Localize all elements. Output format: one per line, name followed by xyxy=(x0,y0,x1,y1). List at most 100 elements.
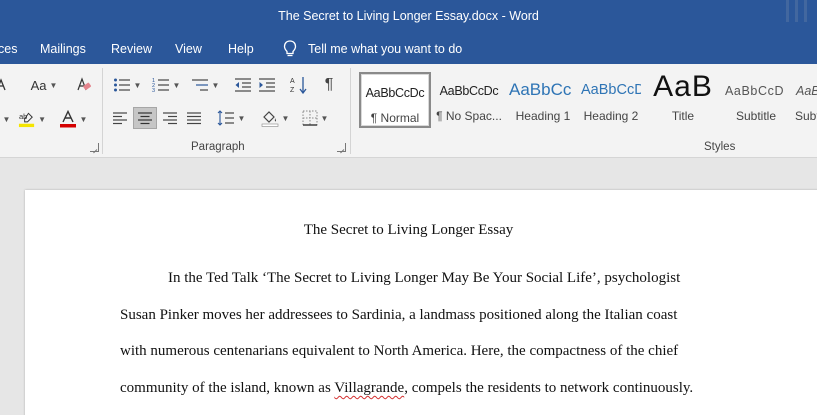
paragraph-dialog-launcher[interactable] xyxy=(337,143,346,152)
align-left-icon xyxy=(113,112,127,125)
tab-review[interactable]: Review xyxy=(111,42,152,56)
style-name: Heading 1 xyxy=(515,109,571,123)
increase-indent-icon xyxy=(259,78,275,92)
justify-icon xyxy=(187,112,201,125)
misspelled-word[interactable]: Villagrande xyxy=(334,380,404,396)
window-title: The Secret to Living Longer Essay.docx -… xyxy=(278,9,539,23)
style-heading-1[interactable]: AaBbCc Heading 1 xyxy=(507,72,579,128)
title-bar-decoration xyxy=(786,0,789,22)
group-separator xyxy=(350,68,351,154)
style-name: ¶ No Spac... xyxy=(436,109,502,123)
bullet-list-icon xyxy=(113,78,130,92)
clear-formatting-button[interactable] xyxy=(74,74,94,96)
body-text-line: Susan Pinker moves her addressees to Sar… xyxy=(120,307,678,323)
style-sample: AaBbCcDc xyxy=(365,86,425,100)
chevron-down-icon: ▼ xyxy=(2,114,11,124)
chevron-down-icon: ▼ xyxy=(133,80,142,90)
style-sample: AaBbCcD xyxy=(581,82,641,98)
title-bar-decoration xyxy=(804,0,807,22)
font-color-button[interactable]: ▼ xyxy=(58,108,88,130)
text-segment: , compels the residents to network conti… xyxy=(404,380,694,396)
sort-az-icon: A Z xyxy=(290,77,307,94)
style-name: Heading 2 xyxy=(583,109,639,123)
tab-mailings[interactable]: Mailings xyxy=(40,42,86,56)
align-center-icon xyxy=(138,112,152,125)
multilevel-list-button[interactable]: ▼ xyxy=(188,74,222,96)
essay-title: The Secret to Living Longer Essay xyxy=(303,222,514,238)
style-name: Subt xyxy=(795,109,817,123)
align-right-icon xyxy=(163,112,177,125)
font-size-decrease-button[interactable] xyxy=(0,74,10,96)
decrease-indent-icon xyxy=(235,78,251,92)
chevron-down-icon: ▼ xyxy=(79,114,88,124)
ribbon: Aa ▼ ▼ ab ▼ ▼ ▼ 1 2 3 ▼ ▼ A Z ¶ ▼ ▼ ▼ Pa… xyxy=(0,64,817,158)
tell-me-search[interactable]: Tell me what you want to do xyxy=(308,42,462,56)
show-formatting-marks-button[interactable]: ¶ xyxy=(318,74,340,96)
body-text-line: In the Ted Talk ‘The Secret to Living Lo… xyxy=(168,270,681,286)
style-title[interactable]: AaB Title xyxy=(645,72,721,128)
style-sample: AaB xyxy=(796,84,817,98)
align-center-button[interactable] xyxy=(133,107,157,129)
styles-group-label: Styles xyxy=(704,141,736,153)
style-subtitle[interactable]: AaBbCcD Subtitle xyxy=(721,72,791,128)
tab-view[interactable]: View xyxy=(175,42,202,56)
tab-help[interactable]: Help xyxy=(228,42,254,56)
shrink-font-icon xyxy=(0,78,6,91)
svg-text:Z: Z xyxy=(290,87,295,94)
svg-text:3: 3 xyxy=(152,88,155,93)
styles-gallery: AaBbCcDc ¶ Normal AaBbCcDc ¶ No Spac... … xyxy=(358,72,817,134)
highlight-color-swatch xyxy=(18,123,35,128)
font-dialog-launcher[interactable] xyxy=(90,143,99,152)
text-effects-dropdown[interactable]: ▼ xyxy=(0,108,12,130)
tab-references[interactable]: ces xyxy=(0,42,17,56)
highlighter-icon: ab xyxy=(18,112,35,128)
change-case-label: Aa xyxy=(30,77,47,93)
style-name: Title xyxy=(671,109,695,123)
svg-text:A: A xyxy=(290,78,295,85)
highlight-color-button[interactable]: ab ▼ xyxy=(18,108,46,130)
style-subtle-emphasis[interactable]: AaB Subt xyxy=(793,72,817,128)
line-spacing-icon xyxy=(217,110,234,126)
font-color-swatch xyxy=(59,124,76,128)
clear-formatting-icon xyxy=(77,77,92,91)
body-text-line: community of the island, known as Villag… xyxy=(120,380,693,397)
numbered-list-icon: 1 2 3 xyxy=(152,78,169,93)
paint-bucket-icon xyxy=(261,111,278,127)
font-color-icon xyxy=(59,110,76,128)
align-right-button[interactable] xyxy=(160,107,180,129)
sort-button[interactable]: A Z xyxy=(288,74,310,96)
borders-button[interactable]: ▼ xyxy=(298,107,332,129)
line-spacing-button[interactable]: ▼ xyxy=(214,107,248,129)
bullets-button[interactable]: ▼ xyxy=(110,74,144,96)
pilcrow-icon: ¶ xyxy=(324,76,334,93)
ribbon-tab-bar: ces Mailings Review View Help Tell me wh… xyxy=(0,34,817,64)
align-left-button[interactable] xyxy=(110,107,130,129)
paragraph-group-label: Paragraph xyxy=(191,141,245,153)
style-sample: AaBbCc xyxy=(509,80,572,99)
chevron-down-icon: ▼ xyxy=(211,80,220,90)
shading-button[interactable]: ▼ xyxy=(258,107,292,129)
justify-button[interactable] xyxy=(184,107,204,129)
style-name: ¶ Normal xyxy=(370,111,420,125)
style-name: Subtitle xyxy=(735,109,777,123)
chevron-down-icon: ▼ xyxy=(281,113,290,123)
style-sample: AaBbCcD xyxy=(725,84,785,98)
multilevel-list-icon xyxy=(191,79,208,91)
chevron-down-icon: ▼ xyxy=(237,113,246,123)
style-no-spacing[interactable]: AaBbCcDc ¶ No Spac... xyxy=(433,72,505,128)
change-case-button[interactable]: Aa ▼ xyxy=(28,74,60,96)
borders-icon xyxy=(302,110,318,126)
text-segment: community of the island, known as xyxy=(120,380,335,396)
decrease-indent-button[interactable] xyxy=(232,74,254,96)
title-bar-decoration xyxy=(795,0,798,22)
chevron-down-icon: ▼ xyxy=(38,114,46,124)
body-text-line: with numerous centenarians equivalent to… xyxy=(120,343,679,359)
increase-indent-button[interactable] xyxy=(256,74,278,96)
style-normal[interactable]: AaBbCcDc ¶ Normal xyxy=(359,72,431,128)
chevron-down-icon: ▼ xyxy=(172,80,181,90)
group-separator xyxy=(102,68,103,154)
chevron-down-icon: ▼ xyxy=(49,80,58,90)
lightbulb-icon[interactable] xyxy=(283,40,297,58)
numbering-button[interactable]: 1 2 3 ▼ xyxy=(149,74,183,96)
style-heading-2[interactable]: AaBbCcD Heading 2 xyxy=(581,72,641,128)
